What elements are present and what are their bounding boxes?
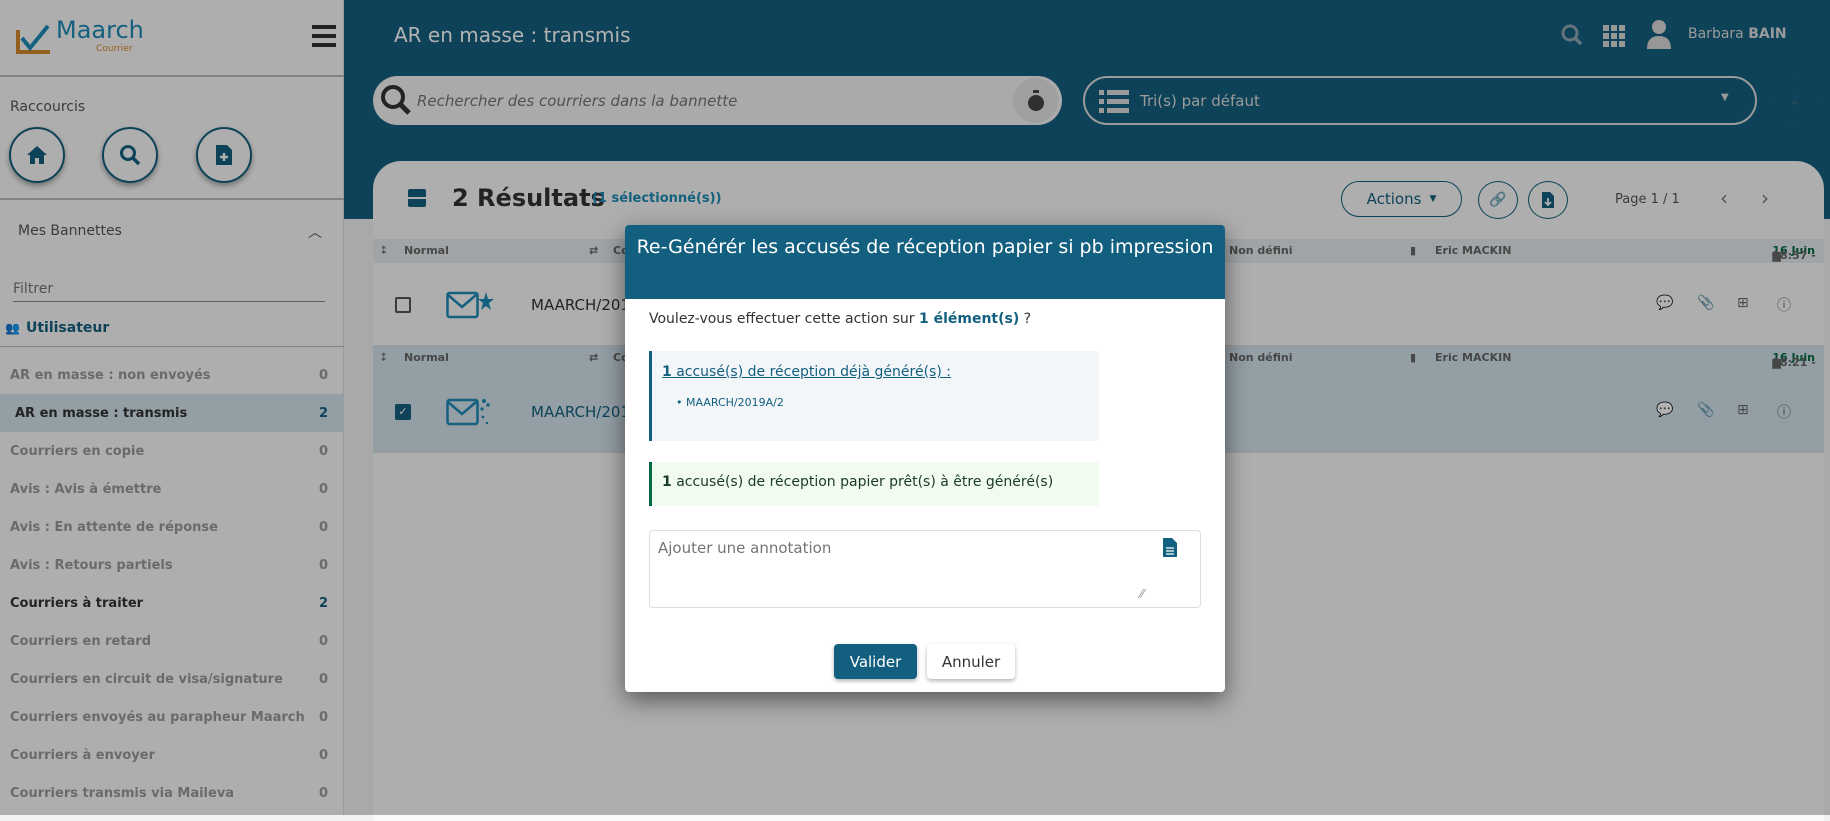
note-template-icon[interactable] (1162, 537, 1178, 558)
action-dialog: Re-Générér les accusés de réception papi… (625, 225, 1225, 692)
dialog-title: Re-Générér les accusés de réception papi… (625, 225, 1225, 299)
already-generated-item: • MAARCH/2019A/2 (676, 396, 784, 409)
annotation-input[interactable] (658, 539, 1148, 599)
annotation-field[interactable]: ⁄⁄ (649, 530, 1201, 608)
dialog-question: Voulez-vous effectuer cette action sur 1… (649, 311, 1032, 327)
resize-handle-icon[interactable]: ⁄⁄ (1140, 587, 1144, 601)
ready-box: 1 accusé(s) de réception papier prêt(s) … (649, 462, 1099, 506)
validate-button[interactable]: Valider (834, 644, 917, 679)
already-generated-box: 1 accusé(s) de réception déjà généré(s) … (649, 351, 1099, 441)
cancel-button[interactable]: Annuler (927, 644, 1015, 679)
